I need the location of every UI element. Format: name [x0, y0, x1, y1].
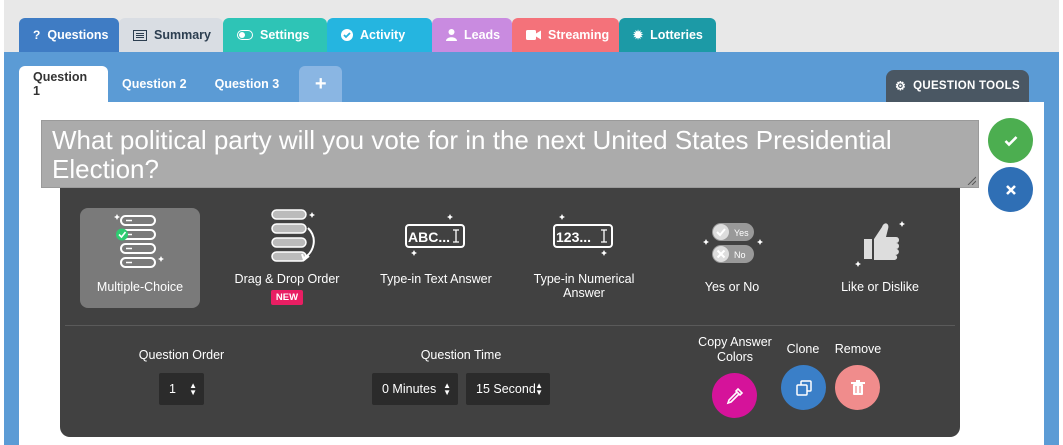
copy-colors-label: Copy Answer Colors [698, 335, 772, 364]
question-text: What political party will you vote for i… [52, 125, 892, 184]
tab-activity[interactable]: Activity [327, 18, 432, 52]
yes-text: Yes [734, 228, 749, 238]
number-input-icon: 123... [524, 210, 644, 268]
seconds-select[interactable]: 15 Seconds ▲ ▼ [466, 373, 550, 405]
drag-drop-icon [227, 209, 347, 268]
tab-label: Activity [360, 28, 406, 42]
copy-icon [795, 379, 812, 396]
new-badge: NEW [270, 290, 304, 305]
tab-settings[interactable]: Settings [223, 18, 327, 52]
question-type-panel: Multiple-Choice Drag & Drop Order NEW AB… [60, 188, 960, 437]
tab-question-1[interactable]: Question 1 [19, 66, 108, 102]
type-numerical-answer[interactable]: 123... Type-in Numerical Answer [524, 208, 644, 308]
question-order-select[interactable]: 1 ▲ ▼ [159, 373, 204, 405]
type-label: Type-in Numerical Answer [533, 272, 635, 300]
tab-question-3[interactable]: Question 3 [201, 66, 294, 102]
select-arrows-icon: ▲ ▼ [189, 381, 197, 397]
tab-leads[interactable]: Leads [432, 18, 512, 52]
yes-no-icon: Yes No [672, 214, 792, 272]
question-tools-button[interactable]: ⚙ QUESTION TOOLS [886, 70, 1029, 102]
text-input-icon: ABC... [376, 210, 496, 268]
tab-label: Streaming [548, 28, 610, 42]
user-icon [446, 29, 457, 41]
minutes-value: 0 Minutes [382, 382, 437, 396]
eyedropper-icon [726, 387, 743, 404]
tab-questions[interactable]: ? Questions [19, 18, 119, 52]
add-question-button[interactable]: + [299, 66, 343, 102]
type-label: Drag & Drop Order [234, 272, 340, 286]
video-camera-icon [526, 30, 541, 40]
resize-handle-icon[interactable] [966, 175, 976, 185]
type-multiple-choice[interactable]: Multiple-Choice [80, 208, 200, 308]
type-label: Yes or No [704, 280, 760, 294]
confirm-button[interactable] [988, 118, 1033, 163]
check-circle-icon [341, 29, 353, 41]
type-like-dislike[interactable]: Like or Dislike [820, 208, 940, 308]
checkmark-icon [1004, 135, 1017, 146]
order-value: 1 [169, 382, 176, 396]
tab-summary[interactable]: Summary [119, 18, 223, 52]
type-label: Type-in Text Answer [380, 272, 492, 286]
no-text: No [734, 250, 746, 260]
panel-divider [65, 325, 955, 326]
type-label: Like or Dislike [841, 280, 919, 294]
type-yes-no[interactable]: Yes No Yes or No [672, 208, 792, 308]
gear-icon: ✹ [633, 28, 644, 42]
number-text: 123... [556, 229, 591, 245]
select-arrows-icon: ▲ ▼ [535, 381, 543, 397]
remove-label: Remove [834, 342, 882, 356]
remove-button[interactable] [835, 365, 880, 410]
tab-label: Lotteries [650, 28, 703, 42]
type-drag-drop-order[interactable]: Drag & Drop Order NEW [227, 208, 347, 308]
cancel-button[interactable] [988, 167, 1033, 212]
clone-label: Clone [786, 342, 820, 356]
question-text-input[interactable]: What political party will you vote for i… [41, 120, 979, 188]
main-tabs: ? Questions Summary Settings Activity Le… [19, 18, 716, 52]
tab-label: Leads [464, 28, 501, 42]
question-tools-label: QUESTION TOOLS [913, 80, 1020, 92]
gear-icon: ⚙ [895, 79, 907, 93]
multiple-choice-icon [80, 214, 200, 272]
select-arrows-icon: ▲ ▼ [443, 381, 451, 397]
tab-lotteries[interactable]: ✹ Lotteries [619, 18, 716, 52]
question-order-label: Question Order [138, 348, 225, 362]
seconds-value: 15 Seconds [476, 382, 543, 396]
close-icon [1005, 184, 1016, 195]
clone-button[interactable] [781, 365, 826, 410]
thumbs-up-icon [820, 214, 940, 272]
tab-streaming[interactable]: Streaming [512, 18, 619, 52]
tab-label: Questions [47, 28, 109, 42]
question-icon: ? [33, 28, 41, 42]
type-label: Multiple-Choice [96, 280, 184, 294]
question-time-label: Question Time [420, 348, 502, 362]
list-icon [133, 29, 147, 41]
minutes-select[interactable]: 0 Minutes ▲ ▼ [372, 373, 458, 405]
tab-label: Settings [260, 28, 310, 42]
new-badge-wrap: NEW [227, 288, 347, 305]
question-tabs: Question 1 Question 2 Question 3 + [19, 66, 343, 102]
abc-text: ABC... [408, 229, 450, 245]
tab-label: Summary [154, 28, 211, 42]
type-text-answer[interactable]: ABC... Type-in Text Answer [376, 208, 496, 308]
tab-question-2[interactable]: Question 2 [108, 66, 201, 102]
toggle-icon [237, 30, 253, 40]
copy-colors-button[interactable] [712, 373, 757, 418]
trash-icon [850, 379, 865, 395]
